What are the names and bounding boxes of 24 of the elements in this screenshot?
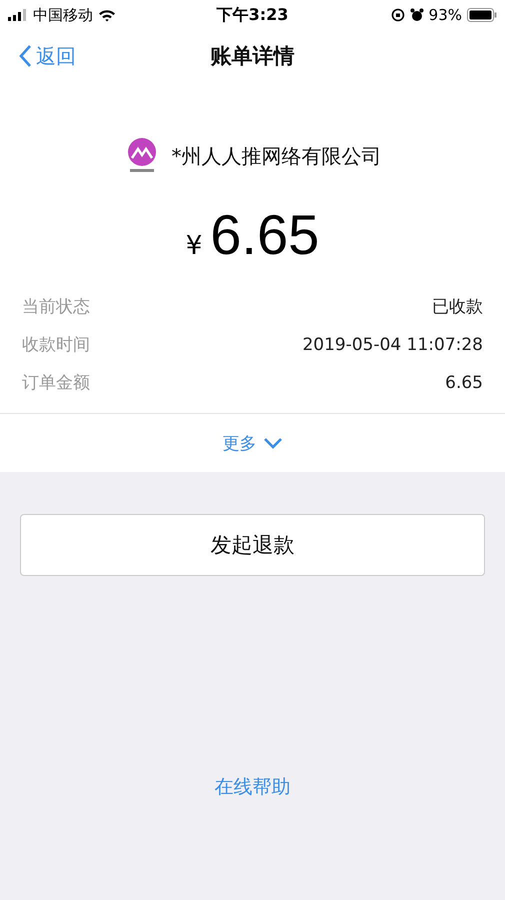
battery-percent: 93% [428, 6, 462, 24]
chevron-left-icon [18, 44, 32, 68]
rotation-lock-icon [390, 8, 405, 22]
carrier-name: 中国移动 [33, 6, 93, 24]
signal-icon [8, 9, 28, 21]
merchant-name: *州人人推网络有限公司 [172, 142, 382, 170]
detail-value: 2019-05-04 11:07:28 [302, 334, 483, 357]
clock-time: 下午3:23 [216, 4, 288, 26]
detail-value: 6.65 [445, 372, 483, 395]
detail-label: 当前状态 [22, 296, 90, 319]
amount-value: 6.65 [210, 202, 320, 267]
currency-symbol: ¥ [186, 231, 202, 261]
detail-value: 已收款 [432, 296, 483, 319]
more-button[interactable]: 更多 [216, 430, 288, 456]
help-link[interactable]: 在线帮助 [214, 774, 290, 800]
refund-button[interactable]: 发起退款 [20, 514, 485, 576]
battery-icon [467, 8, 498, 22]
chevron-down-icon [262, 437, 282, 449]
back-button[interactable]: 返回 [18, 42, 76, 70]
page-title: 账单详情 [210, 43, 294, 70]
alarm-icon [410, 8, 424, 22]
wifi-icon [98, 8, 116, 22]
detail-label: 订单金额 [22, 372, 90, 395]
detail-label: 收款时间 [22, 334, 90, 357]
